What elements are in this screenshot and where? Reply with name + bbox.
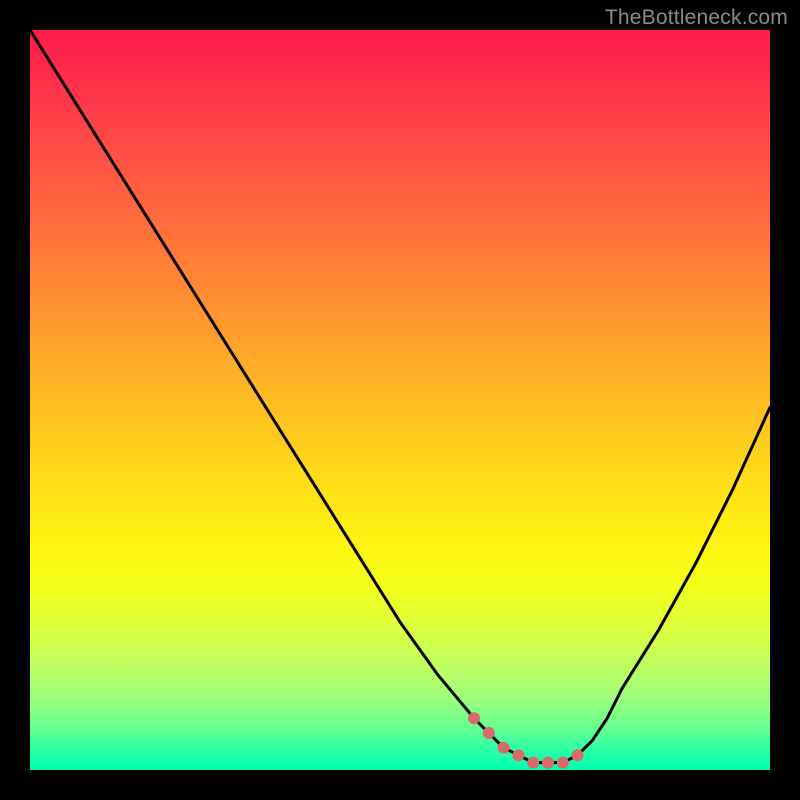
optimal-marker [527, 757, 539, 769]
optimal-marker [512, 749, 524, 761]
curve-group [30, 30, 770, 769]
chart-frame: TheBottleneck.com [0, 0, 800, 800]
optimal-marker [572, 749, 584, 761]
optimal-marker [498, 742, 510, 754]
optimal-range-markers [468, 712, 584, 768]
chart-svg [30, 30, 770, 770]
watermark-text: TheBottleneck.com [605, 6, 788, 30]
plot-area [30, 30, 770, 770]
optimal-marker [483, 727, 495, 739]
optimal-marker [557, 757, 569, 769]
optimal-marker [468, 712, 480, 724]
bottleneck-curve [30, 30, 770, 763]
optimal-marker [542, 757, 554, 769]
